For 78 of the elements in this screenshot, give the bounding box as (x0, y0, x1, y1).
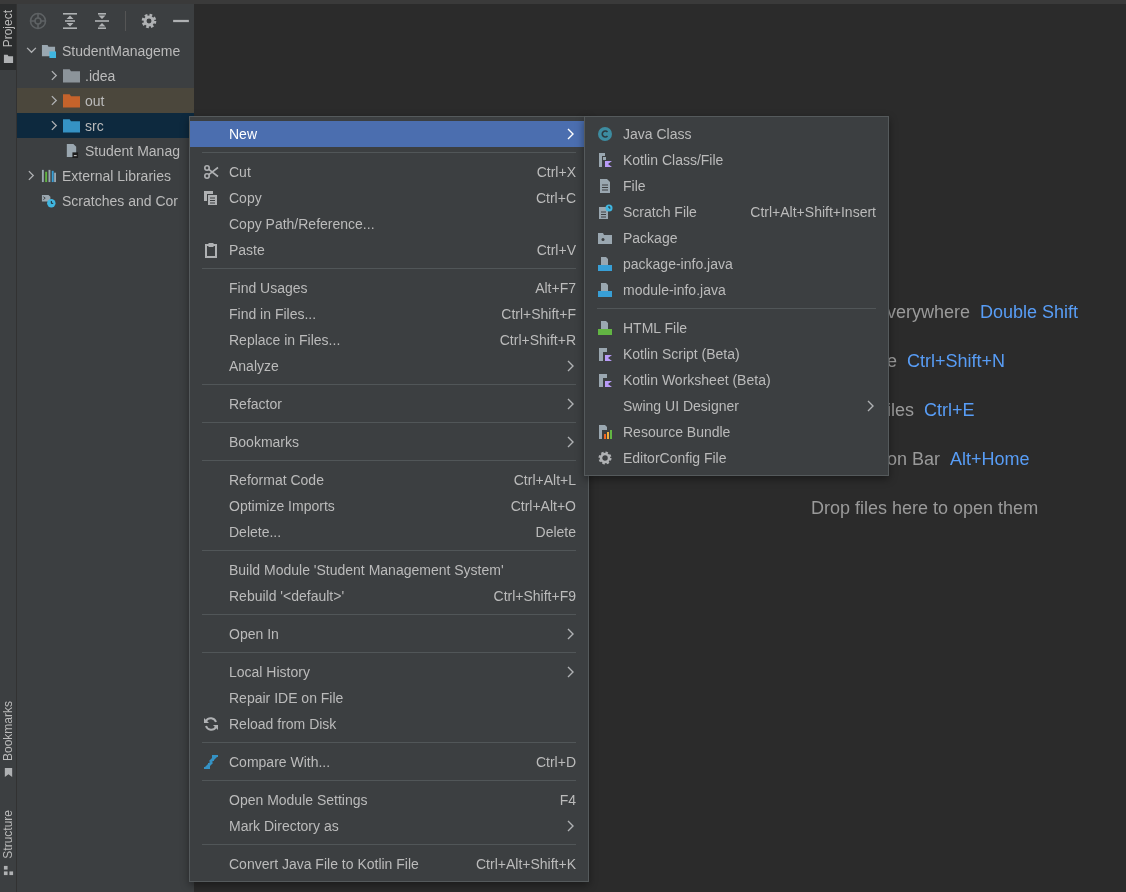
menu-item[interactable]: Open Module Settings F4 (190, 787, 588, 813)
bookmark-icon (2, 767, 14, 779)
arrows-icon (203, 754, 219, 770)
scratches-icon (40, 193, 57, 208)
menu-item[interactable]: HTML File (585, 315, 888, 341)
menu-item[interactable]: Scratch File Ctrl+Alt+Shift+Insert (585, 199, 888, 225)
menu-item[interactable]: Replace in Files... Ctrl+Shift+R (190, 327, 588, 353)
expand-all-icon[interactable] (61, 12, 79, 30)
chevron-right-icon[interactable] (50, 120, 58, 131)
tool-window-tab[interactable]: Structure (0, 804, 16, 882)
tree-item[interactable]: .idea (17, 63, 194, 88)
tree-item[interactable]: StudentManageme (17, 38, 194, 63)
settings-icon[interactable] (140, 12, 158, 30)
menu-item[interactable]: Mark Directory as (190, 813, 588, 839)
menu-item[interactable]: Java Class (585, 121, 888, 147)
menu-item[interactable]: File (585, 173, 888, 199)
chevron-right-icon[interactable] (50, 95, 58, 106)
menu-item[interactable]: Compare With... Ctrl+D (190, 749, 588, 775)
menu-item[interactable]: module-info.java (585, 277, 888, 303)
package-icon (597, 230, 613, 246)
menu-item[interactable]: EditorConfig File (585, 445, 888, 471)
module-folder-icon (40, 43, 57, 58)
file-icon (597, 178, 613, 194)
hint-text: verywhere (887, 302, 971, 323)
java-file-icon (597, 256, 613, 272)
menu-item[interactable]: Paste Ctrl+V (190, 237, 588, 263)
collapse-all-icon[interactable] (93, 12, 111, 30)
chevron-right-icon[interactable] (50, 70, 58, 81)
menu-item[interactable]: Refactor (190, 391, 588, 417)
shortcut-text: Double Shift (980, 302, 1079, 323)
copy-icon (203, 190, 219, 206)
structure-icon (2, 865, 14, 876)
gear-icon (597, 450, 613, 466)
menu-item[interactable]: Resource Bundle (585, 419, 888, 445)
menu-item[interactable]: package-info.java (585, 251, 888, 277)
menu-item[interactable]: Kotlin Script (Beta) (585, 341, 888, 367)
menu-item[interactable]: Bookmarks (190, 429, 588, 455)
shortcut-text: Ctrl+E (924, 400, 975, 421)
html-file-icon (597, 320, 613, 336)
menu-item[interactable]: Package (585, 225, 888, 251)
menu-item[interactable]: Kotlin Worksheet (Beta) (585, 367, 888, 393)
menu-item[interactable]: Local History (190, 659, 588, 685)
menu-item[interactable]: Build Module 'Student Management System' (190, 557, 588, 583)
tool-window-tab[interactable]: Project (0, 4, 16, 71)
tool-window-tab[interactable]: Bookmarks (0, 695, 16, 785)
scissors-icon (203, 164, 219, 180)
menu-item[interactable]: Reload from Disk (190, 711, 588, 737)
menu-item[interactable]: Optimize Imports Ctrl+Alt+O (190, 493, 588, 519)
menu-item[interactable]: Swing UI Designer (585, 393, 888, 419)
chevron-down-icon[interactable] (25, 47, 37, 54)
menu-item[interactable]: Repair IDE on File (190, 685, 588, 711)
shortcut-text: Alt+Home (950, 449, 1030, 470)
menu-item[interactable]: Copy Path/Reference... (190, 211, 588, 237)
shortcut-text: Ctrl+Shift+N (907, 351, 1006, 372)
kotlin-script-icon (597, 346, 613, 362)
menu-item[interactable]: Delete... Delete (190, 519, 588, 545)
reload-icon (203, 716, 219, 732)
menu-item[interactable]: Kotlin Class/File (585, 147, 888, 173)
chevron-right-icon[interactable] (27, 170, 35, 181)
libraries-icon (40, 168, 57, 183)
kotlin-script-icon (597, 372, 613, 388)
tree-item[interactable]: out (17, 88, 194, 113)
kotlin-file-icon (597, 152, 613, 168)
tree-item[interactable]: src (17, 113, 194, 138)
scratch-file-icon (597, 204, 613, 220)
clipboard-icon (203, 242, 219, 258)
menu-item[interactable]: Convert Java File to Kotlin File Ctrl+Alt+Shift+K (190, 851, 588, 877)
menu-item[interactable]: Find in Files... Ctrl+Shift+F (190, 301, 588, 327)
drop-hint-text: Drop files here to open them (811, 497, 1040, 520)
bundle-icon (597, 424, 613, 440)
menu-item[interactable]: Open In (190, 621, 588, 647)
class-icon (597, 126, 613, 142)
java-file-icon (597, 282, 613, 298)
menu-item[interactable]: Analyze (190, 353, 588, 379)
menu-item[interactable]: Rebuild '<default>' Ctrl+Shift+F9 (190, 583, 588, 609)
menu-item[interactable]: Reformat Code Ctrl+Alt+L (190, 467, 588, 493)
folder-icon (2, 53, 14, 65)
menu-item[interactable]: Find Usages Alt+F7 (190, 275, 588, 301)
